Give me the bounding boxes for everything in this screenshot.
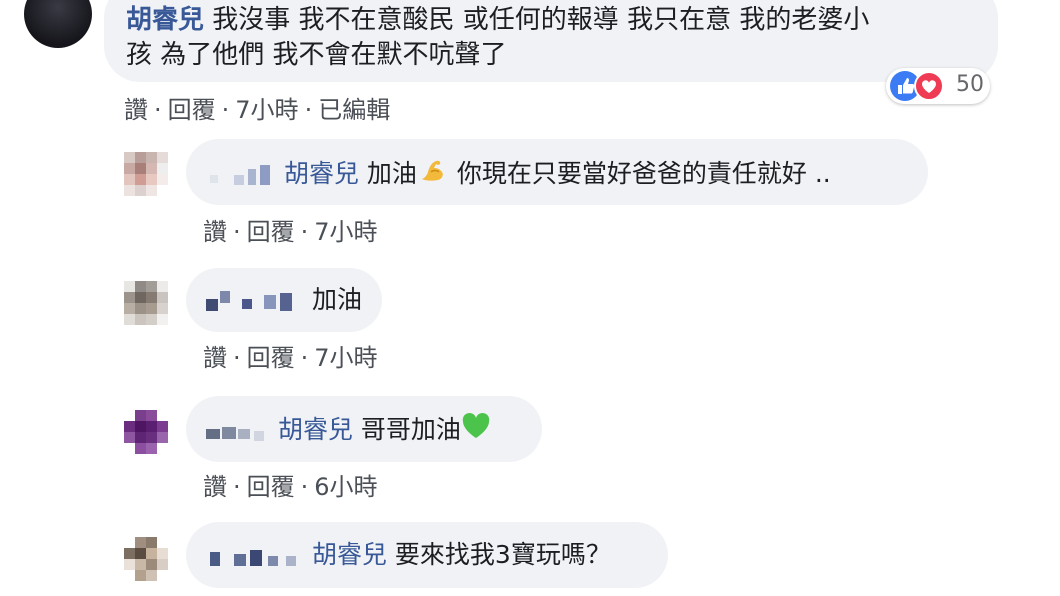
main-comment-author[interactable]: 胡睿兒 <box>126 5 204 35</box>
reply-1-bubble: 胡睿兒 加油 你現在只要當好爸爸的責任就好 .. <box>186 139 928 205</box>
main-comment-text-line1: 我沒事 我不在意酸民 或任何的報導 我只在意 我的老婆小 <box>212 5 870 35</box>
reply-link[interactable]: 回覆 <box>168 96 216 124</box>
like-link[interactable]: 讚 <box>203 344 227 372</box>
reply-3-bubble: 胡睿兒 哥哥加油 <box>186 396 542 462</box>
reply-4-tag[interactable]: 胡睿兒 <box>312 540 387 569</box>
reply-link[interactable]: 回覆 <box>247 473 295 501</box>
main-comment-text-line2: 孩 為了他們 我不會在默不吭聲了 <box>126 40 507 70</box>
reply-3-actions: 讚 · 回覆 · 6小時 <box>203 473 378 501</box>
main-comment-actions: 讚 · 回覆 · 7小時 · 已編輯 <box>124 96 391 124</box>
reply-link[interactable]: 回覆 <box>247 344 295 372</box>
timestamp[interactable]: 7小時 <box>314 344 377 372</box>
like-link[interactable]: 讚 <box>203 218 227 246</box>
reply-3-text: 哥哥加油 <box>360 415 461 444</box>
reply-3-tag[interactable]: 胡睿兒 <box>278 415 353 444</box>
reaction-summary[interactable]: 50 <box>886 68 990 104</box>
reply-4-avatar[interactable] <box>124 537 168 581</box>
reply-4-author-blurred[interactable] <box>204 544 304 568</box>
main-comment-avatar[interactable] <box>24 0 92 48</box>
reply-1-text2: 你現在只要當好爸爸的責任就好 .. <box>456 159 831 188</box>
reply-1-avatar[interactable] <box>124 152 168 196</box>
reply-2-actions: 讚 · 回覆 · 7小時 <box>203 344 378 372</box>
reply-4-text: 要來找我3寶玩嗎？ <box>394 540 611 569</box>
timestamp[interactable]: 7小時 <box>314 218 377 246</box>
reply-2-bubble: 加油 <box>186 268 382 332</box>
reply-1-text: 加油 <box>366 159 417 188</box>
reply-2-avatar[interactable] <box>124 281 168 325</box>
flexed-biceps-icon <box>417 154 449 196</box>
like-link[interactable]: 讚 <box>124 96 148 124</box>
reply-link[interactable]: 回覆 <box>247 218 295 246</box>
like-link[interactable]: 讚 <box>203 473 227 501</box>
reply-3-avatar[interactable] <box>124 410 168 454</box>
green-heart-icon <box>461 411 491 451</box>
reply-3-author-blurred[interactable] <box>204 419 270 443</box>
reply-1-author-blurred[interactable] <box>204 163 276 187</box>
timestamp[interactable]: 6小時 <box>314 473 377 501</box>
reply-1-tag[interactable]: 胡睿兒 <box>284 159 359 188</box>
reply-1-actions: 讚 · 回覆 · 7小時 <box>203 218 378 246</box>
reply-2-text: 加油 <box>311 285 362 314</box>
love-reaction-icon <box>914 71 944 101</box>
reply-2-author-blurred[interactable] <box>204 289 304 313</box>
timestamp[interactable]: 7小時 <box>235 96 298 124</box>
reply-4-bubble: 胡睿兒 要來找我3寶玩嗎？ <box>186 522 668 588</box>
edited-label[interactable]: 已編輯 <box>318 96 390 124</box>
main-comment-bubble: 胡睿兒 我沒事 我不在意酸民 或任何的報導 我只在意 我的老婆小 孩 為了他們 … <box>104 0 998 82</box>
reaction-count: 50 <box>956 72 984 97</box>
